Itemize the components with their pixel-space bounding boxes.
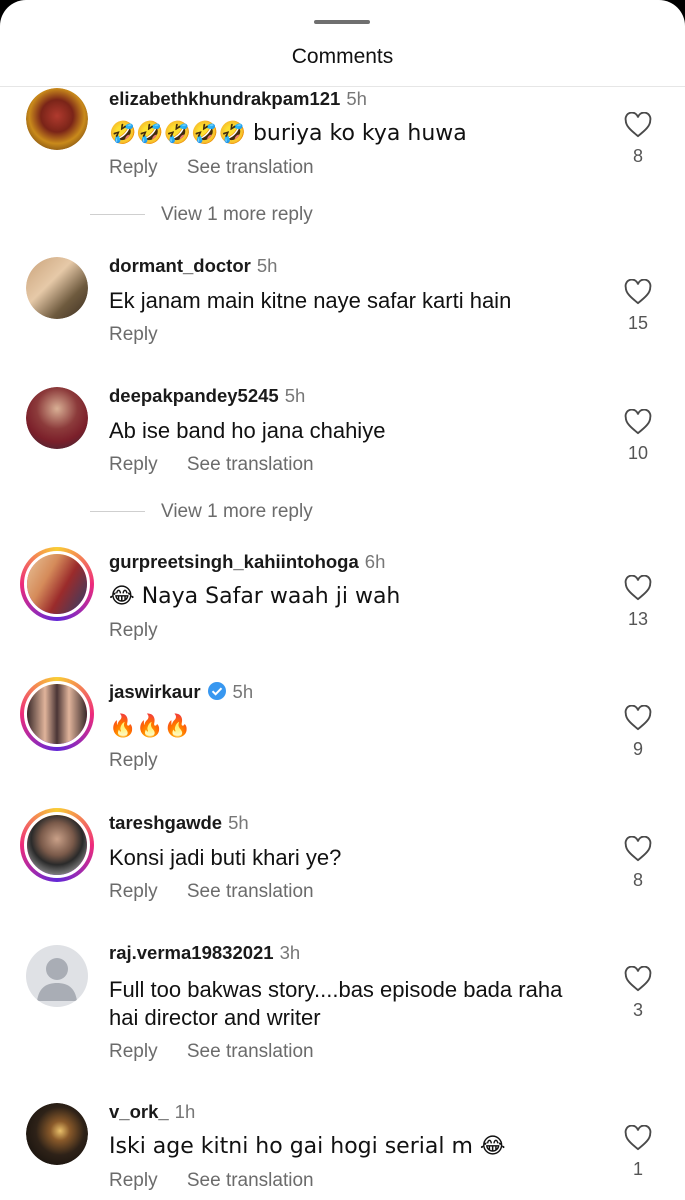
like-button[interactable]: 13 <box>620 575 656 630</box>
drag-handle[interactable] <box>314 20 370 24</box>
person-placeholder-icon <box>37 958 77 1001</box>
see-translation-button[interactable]: See translation <box>187 454 314 475</box>
reply-button[interactable]: Reply <box>109 1170 158 1191</box>
reply-button[interactable]: Reply <box>109 324 158 345</box>
like-button[interactable]: 15 <box>620 279 656 334</box>
verified-badge-icon <box>207 682 226 700</box>
comment-username[interactable]: v_ork_ <box>109 1101 169 1122</box>
sheet-title: Comments <box>291 45 394 68</box>
heart-icon <box>624 279 652 305</box>
reply-button[interactable]: Reply <box>109 454 158 475</box>
comment-text: 😂 Naya Safar waah ji wah <box>109 584 401 609</box>
like-button[interactable]: 8 <box>620 836 656 891</box>
comment-time: 6h <box>364 551 386 572</box>
heart-icon <box>624 575 652 601</box>
comment-time: 1h <box>174 1101 196 1122</box>
comment-time: 5h <box>346 88 367 109</box>
see-translation-button[interactable]: See translation <box>187 1041 314 1062</box>
comment-time: 5h <box>284 385 306 406</box>
reply-line <box>90 511 145 513</box>
comment-text: 🔥🔥🔥 <box>109 714 192 739</box>
like-count: 8 <box>632 870 643 890</box>
view-more-replies[interactable]: View 1 more reply <box>90 204 313 226</box>
comment-username[interactable]: deepakpandey5245 <box>109 385 279 406</box>
reply-button[interactable]: Reply <box>109 750 158 771</box>
like-button[interactable]: 1 <box>620 1125 656 1180</box>
avatar[interactable] <box>26 88 88 150</box>
like-count: 1 <box>632 1159 643 1179</box>
like-count: 10 <box>627 443 649 463</box>
comment-username[interactable]: jaswirkaur <box>109 681 201 702</box>
heart-icon <box>624 1125 652 1151</box>
reply-button[interactable]: Reply <box>109 881 158 902</box>
like-count: 9 <box>632 739 643 759</box>
like-count: 15 <box>627 313 649 333</box>
like-count: 3 <box>632 1000 643 1020</box>
heart-icon <box>624 966 652 992</box>
like-button[interactable]: 10 <box>620 409 656 464</box>
header-divider <box>0 86 685 87</box>
like-button[interactable]: 8 <box>620 112 656 167</box>
avatar-story-ring[interactable] <box>20 677 94 751</box>
like-button[interactable]: 3 <box>620 966 656 1021</box>
view-more-replies[interactable]: View 1 more reply <box>90 501 313 523</box>
comment-text: Iski age kitni ho gai hogi serial m 😂 <box>109 1134 506 1159</box>
default-avatar[interactable] <box>26 945 88 1007</box>
see-translation-button[interactable]: See translation <box>187 881 314 902</box>
like-button[interactable]: 9 <box>620 705 656 760</box>
comment-text: Full too bakwas story....bas episode bad… <box>109 977 563 1030</box>
avatar[interactable] <box>26 1103 88 1165</box>
reply-button[interactable]: Reply <box>109 157 158 178</box>
heart-icon <box>624 836 652 862</box>
comment-text: Konsi jadi buti khari ye? <box>109 845 342 870</box>
reply-button[interactable]: Reply <box>109 620 158 641</box>
heart-icon <box>624 705 652 731</box>
comment-time: 3h <box>279 942 301 963</box>
avatar[interactable] <box>26 387 88 449</box>
avatar-story-ring[interactable] <box>20 808 94 882</box>
comment-time: 5h <box>232 681 254 702</box>
like-count: 13 <box>627 609 649 629</box>
comment-username[interactable]: tareshgawde <box>109 812 222 833</box>
comment-text: Ab ise band ho jana chahiye <box>109 418 386 443</box>
avatar-story-ring[interactable] <box>20 547 94 621</box>
comment-username[interactable]: dormant_doctor <box>109 255 251 276</box>
heart-icon <box>624 409 652 435</box>
see-translation-button[interactable]: See translation <box>187 1170 314 1191</box>
see-translation-button[interactable]: See translation <box>187 157 314 178</box>
comment-username[interactable]: gurpreetsingh_kahiintohoga <box>109 551 359 572</box>
comment-username[interactable]: elizabethkhundrakpam121 <box>109 88 340 109</box>
comment-text: 🤣🤣🤣🤣🤣 buriya ko kya huwa <box>109 121 467 146</box>
reply-button[interactable]: Reply <box>109 1041 158 1062</box>
comments-sheet: Comments elizabethkhundrakpam121 5h 🤣🤣🤣🤣🤣… <box>0 0 685 1200</box>
comment-time: 5h <box>256 255 278 276</box>
like-count: 8 <box>632 146 643 166</box>
comment-username[interactable]: raj.verma19832021 <box>109 942 274 963</box>
heart-icon <box>624 112 652 138</box>
view-more-label: View 1 more reply <box>161 204 313 225</box>
reply-line <box>90 214 145 216</box>
view-more-label: View 1 more reply <box>161 501 313 522</box>
avatar[interactable] <box>26 257 88 319</box>
comment-time: 5h <box>228 812 249 833</box>
comment-text: Ek janam main kitne naye safar karti hai… <box>109 288 512 313</box>
